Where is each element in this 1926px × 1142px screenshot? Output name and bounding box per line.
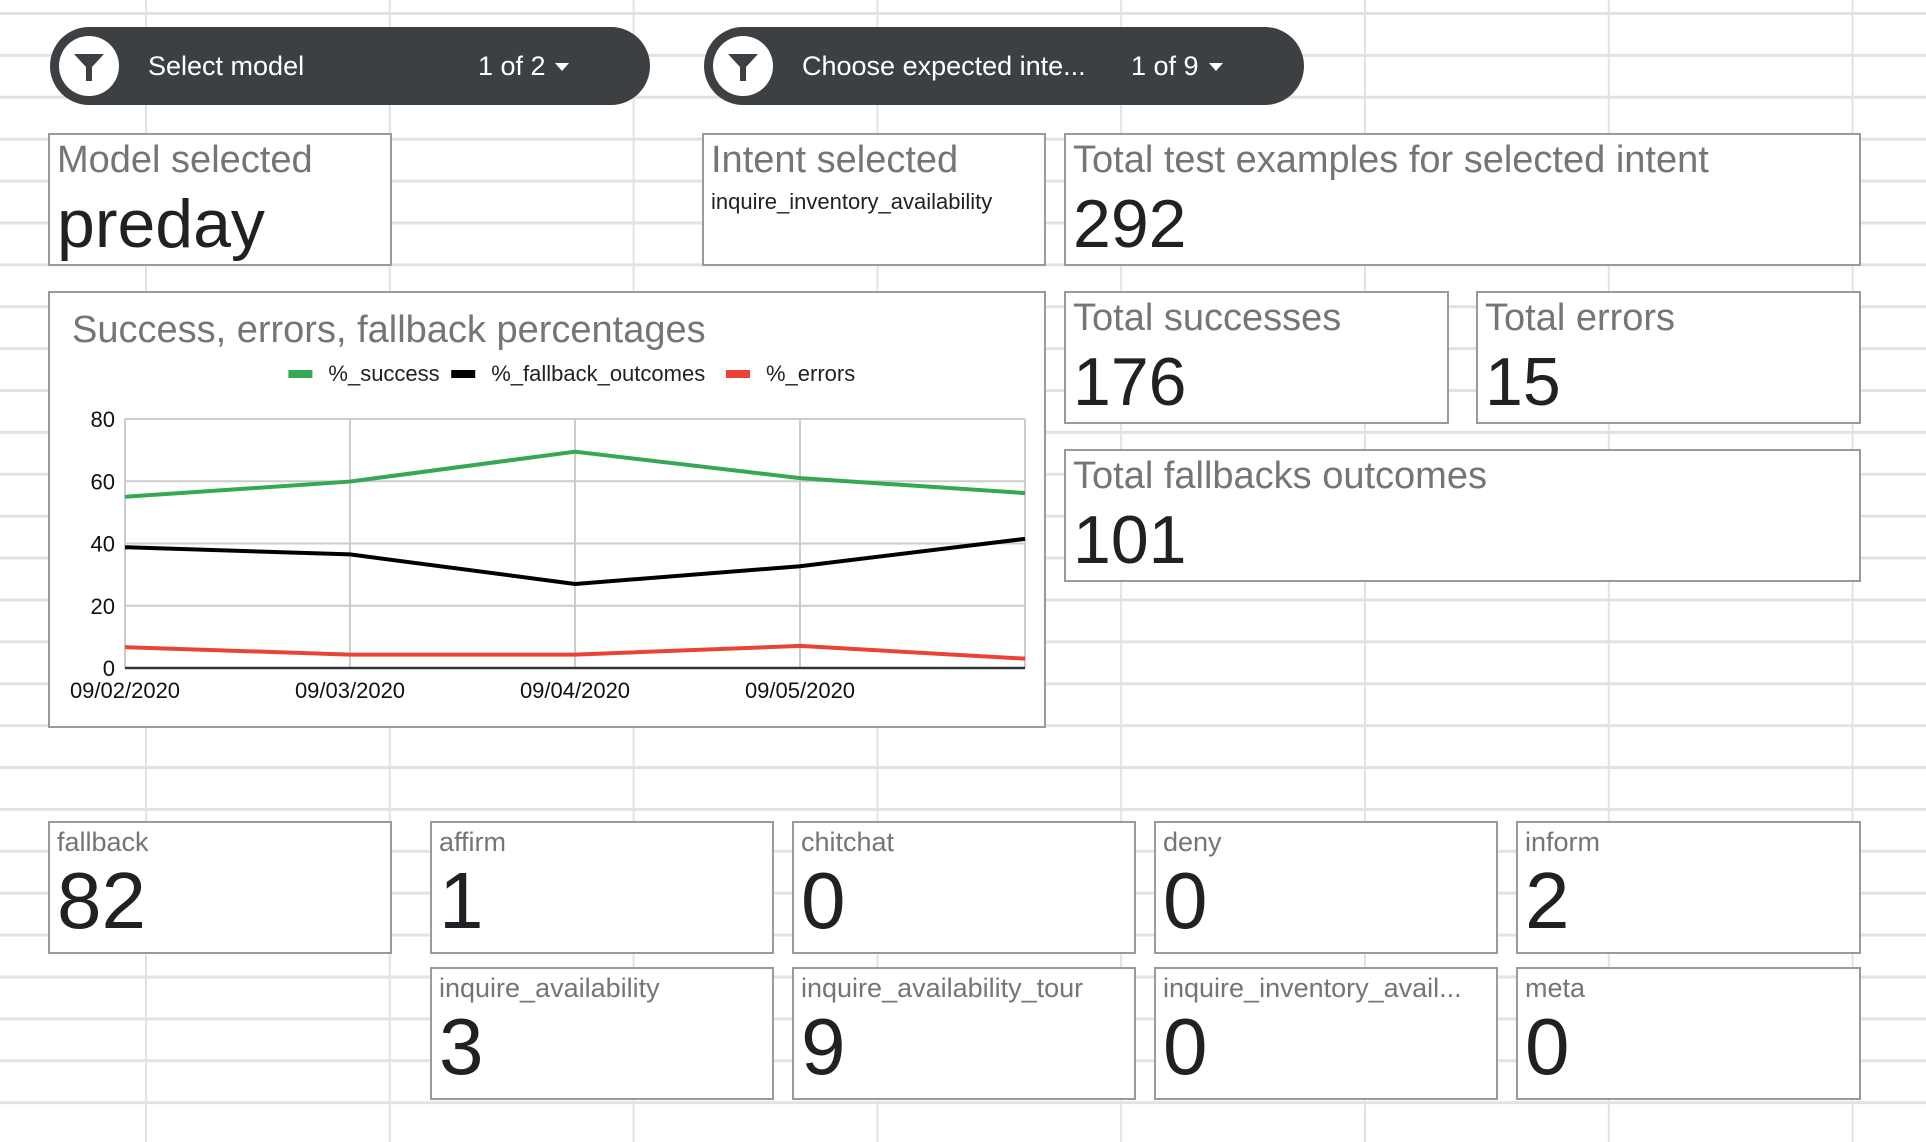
card-value: preday xyxy=(57,186,265,262)
legend-label: %_errors xyxy=(766,361,855,386)
filter-count: 1 of 9 xyxy=(1131,51,1199,81)
x-tick-label: 09/04/2020 xyxy=(520,678,630,703)
card-title: inquire_availability xyxy=(439,973,660,1003)
total-test-examples-card: Total test examples for selected intent … xyxy=(1064,133,1861,266)
legend-label: %_success xyxy=(328,361,439,386)
filter-funnel-icon xyxy=(59,36,119,96)
y-tick-label: 20 xyxy=(91,594,115,619)
card-title: fallback xyxy=(57,827,149,857)
card-title: Total fallbacks outcomes xyxy=(1073,455,1487,497)
filter-label: Choose expected inte... xyxy=(802,51,1086,81)
card-value: 0 xyxy=(801,856,846,945)
intent-count-card-chitchat: chitchat 0 xyxy=(792,821,1136,954)
card-title: Total errors xyxy=(1485,297,1676,339)
intent-count-card-deny: deny 0 xyxy=(1154,821,1498,954)
x-tick-label: 09/05/2020 xyxy=(745,678,855,703)
card-title: inquire_availability_tour xyxy=(801,973,1084,1003)
legend-swatch xyxy=(451,370,476,378)
card-value: 82 xyxy=(57,856,146,945)
intent-count-card-inquire-availability: inquire_availability 3 xyxy=(430,967,774,1100)
card-title: meta xyxy=(1525,973,1586,1003)
total-errors-card: Total errors 15 xyxy=(1476,291,1861,424)
card-value: 3 xyxy=(439,1002,484,1091)
chevron-down-icon[interactable] xyxy=(1209,63,1223,71)
card-title: Total test examples for selected intent xyxy=(1073,139,1709,181)
total-fallbacks-card: Total fallbacks outcomes 101 xyxy=(1064,449,1861,582)
card-value: 101 xyxy=(1073,502,1187,578)
choose-intent-filter[interactable]: Choose expected inte... 1 of 9 xyxy=(704,27,1304,105)
intent-count-card-inquire-inventory-availability: inquire_inventory_avail... 0 xyxy=(1154,967,1498,1100)
card-title: affirm xyxy=(439,827,507,857)
card-value: 9 xyxy=(801,1002,846,1091)
card-title: inform xyxy=(1525,827,1601,857)
select-model-filter[interactable]: Select model 1 of 2 xyxy=(50,27,650,105)
card-value: 292 xyxy=(1073,186,1187,262)
card-value: 176 xyxy=(1073,344,1187,420)
intent-count-card-meta: meta 0 xyxy=(1516,967,1861,1100)
chart-canvas: 02040608009/02/2020 09/03/2020 09/04/2020 0… xyxy=(70,361,1026,703)
filter-funnel-icon xyxy=(713,36,773,96)
filter-count: 1 of 2 xyxy=(478,51,546,81)
filter-label: Select model xyxy=(148,51,305,81)
y-tick-label: 40 xyxy=(91,532,115,557)
total-successes-card: Total successes 176 xyxy=(1064,291,1449,424)
legend-label: %_fallback_outcomes xyxy=(491,361,705,386)
card-title: inquire_inventory_avail... xyxy=(1163,973,1462,1003)
card-title: chitchat xyxy=(801,827,895,857)
card-value: 0 xyxy=(1525,1002,1570,1091)
percentages-chart: Success, errors, fallback percentages 02… xyxy=(48,291,1046,728)
card-value: 0 xyxy=(1163,1002,1208,1091)
x-tick-label: 09/03/2020 xyxy=(295,678,405,703)
card-title: Intent selected xyxy=(711,139,959,181)
intent-selected-card: Intent selected inquire_inventory_availa… xyxy=(702,133,1046,266)
legend-swatch xyxy=(726,370,750,378)
intent-count-card-affirm: affirm 1 xyxy=(430,821,774,954)
intent-count-card-fallback: fallback 82 xyxy=(48,821,392,954)
legend-swatch xyxy=(288,370,313,378)
card-value: 15 xyxy=(1485,344,1561,420)
card-title: deny xyxy=(1163,827,1222,857)
card-title: Model selected xyxy=(57,139,313,181)
x-tick-label: 09/02/2020 xyxy=(70,678,180,703)
card-value: 0 xyxy=(1163,856,1208,945)
card-value: 1 xyxy=(439,856,484,945)
intent-count-card-inquire-availability-tour: inquire_availability_tour 9 xyxy=(792,967,1136,1100)
model-selected-card: Model selected preday xyxy=(48,133,392,266)
card-title: Total successes xyxy=(1073,297,1342,339)
y-tick-label: 80 xyxy=(91,407,115,432)
intent-count-card-inform: inform 2 xyxy=(1516,821,1861,954)
card-value: inquire_inventory_availability xyxy=(711,189,993,214)
chevron-down-icon[interactable] xyxy=(555,63,569,71)
card-value: 2 xyxy=(1525,856,1570,945)
y-tick-label: 60 xyxy=(91,469,115,494)
